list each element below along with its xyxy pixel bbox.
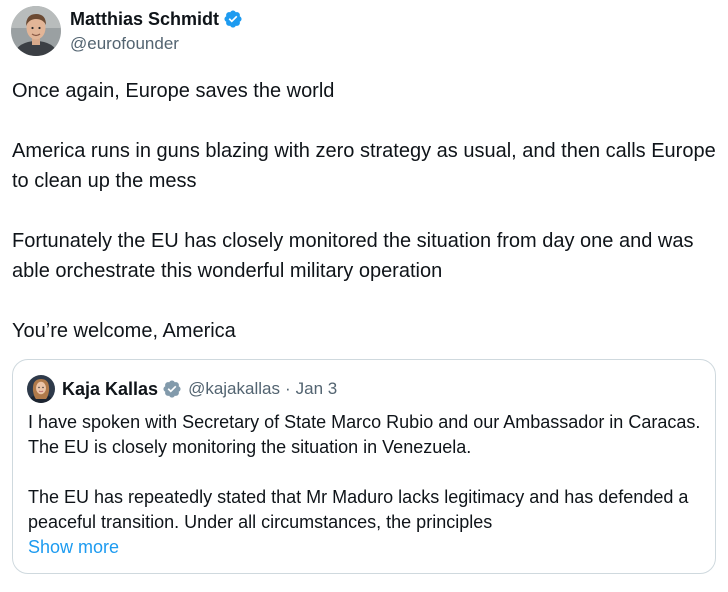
quoted-tweet-card[interactable]: Kaja Kallas @kajakallas · Jan 3 I have s… bbox=[12, 359, 716, 574]
author-display-name[interactable]: Matthias Schmidt bbox=[70, 9, 219, 30]
tweet-paragraph: You’re welcome, America bbox=[12, 320, 236, 342]
author-handle[interactable]: @eurofounder bbox=[70, 34, 243, 54]
show-more-link[interactable]: Show more bbox=[28, 535, 119, 560]
quoted-tweet-header: Kaja Kallas @kajakallas · Jan 3 bbox=[27, 375, 337, 403]
quoted-tweet-text: I have spoken with Secretary of State Ma… bbox=[28, 410, 708, 560]
tweet-paragraph: America runs in guns blazing with zero s… bbox=[12, 140, 716, 192]
meta-separator: · bbox=[284, 379, 291, 398]
tweet-paragraph: Once again, Europe saves the world bbox=[12, 80, 335, 102]
tweet-text: Once again, Europe saves the world Ameri… bbox=[12, 76, 722, 346]
author-avatar[interactable] bbox=[11, 6, 61, 56]
quoted-tweet-paragraph: I have spoken with Secretary of State Ma… bbox=[28, 412, 701, 457]
quoted-author-display-name[interactable]: Kaja Kallas bbox=[62, 379, 158, 400]
author-name-line: Matthias Schmidt bbox=[70, 8, 243, 30]
tweet-paragraph: Fortunately the EU has closely monitored… bbox=[12, 230, 694, 282]
quoted-author-handle[interactable]: @kajakallas bbox=[188, 379, 280, 399]
verified-badge-icon[interactable] bbox=[223, 9, 243, 29]
tweet-author: Matthias Schmidt @eurofounder bbox=[11, 6, 243, 56]
author-names: Matthias Schmidt @eurofounder bbox=[70, 8, 243, 54]
tweet: Matthias Schmidt @eurofounder Once again… bbox=[0, 0, 728, 592]
quoted-tweet-paragraph: The EU has repeatedly stated that Mr Mad… bbox=[28, 487, 689, 532]
quoted-tweet-date[interactable]: Jan 3 bbox=[296, 379, 338, 399]
quoted-author-avatar[interactable] bbox=[27, 375, 55, 403]
verified-badge-gray-icon[interactable] bbox=[162, 379, 182, 399]
